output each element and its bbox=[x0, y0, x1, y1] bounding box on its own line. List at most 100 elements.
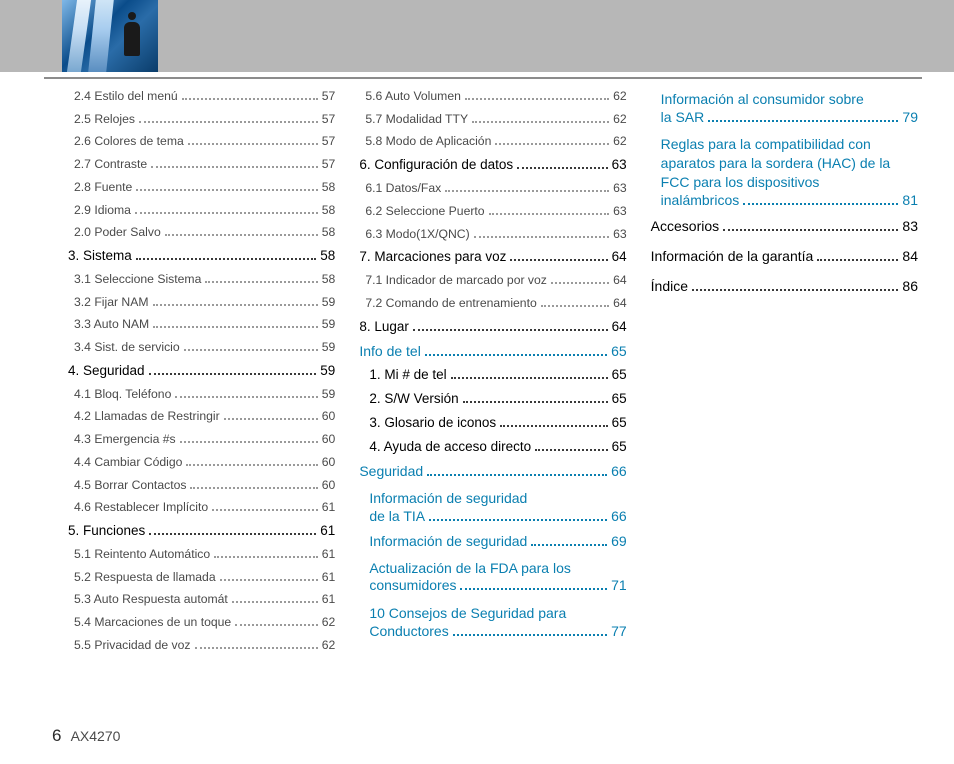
toc-dots bbox=[453, 623, 607, 636]
toc-dots bbox=[500, 417, 607, 427]
toc-page: 64 bbox=[612, 320, 627, 334]
toc-entry: Información de la garantía84 bbox=[651, 249, 918, 263]
toc-entry: Información de seguridad69 bbox=[359, 534, 626, 548]
toc-label: inalámbricos bbox=[651, 192, 740, 208]
toc-label: 2.0 Poder Salvo bbox=[68, 226, 161, 238]
toc-page: 57 bbox=[322, 90, 336, 102]
toc-entry: 4. Ayuda de acceso directo65 bbox=[359, 440, 626, 454]
toc-dots bbox=[235, 616, 318, 626]
toc-page: 63 bbox=[612, 158, 627, 172]
toc-page: 66 bbox=[611, 508, 627, 524]
toc-label: 2.6 Colores de tema bbox=[68, 135, 184, 147]
toc-page: 62 bbox=[322, 639, 336, 651]
toc-page: 61 bbox=[322, 593, 336, 605]
toc-label: 4. Ayuda de acceso directo bbox=[359, 440, 531, 454]
toc-page: 60 bbox=[322, 479, 336, 491]
toc-label: 2.5 Relojes bbox=[68, 113, 135, 125]
toc-dots bbox=[460, 578, 607, 591]
toc-label: 4.2 Llamadas de Restringir bbox=[68, 410, 220, 422]
toc-dots bbox=[232, 593, 318, 603]
toc-entry: 8. Lugar 64 bbox=[359, 320, 626, 334]
toc-dots bbox=[135, 204, 318, 214]
toc-label-preline: Información al consumidor sobre bbox=[651, 90, 918, 109]
toc-dots bbox=[489, 205, 610, 215]
toc-entry: Info de tel65 bbox=[359, 344, 626, 358]
toc-page: 59 bbox=[320, 364, 335, 378]
toc-page: 62 bbox=[322, 616, 336, 628]
toc-entry: Índice86 bbox=[651, 279, 918, 293]
toc-page: 65 bbox=[612, 416, 627, 430]
toc-page: 57 bbox=[322, 135, 336, 147]
toc-dots bbox=[195, 639, 318, 649]
toc-entry: 4.5 Borrar Contactos60 bbox=[68, 479, 335, 491]
toc-label-preline: Actualización de la FDA para los bbox=[359, 559, 626, 578]
toc-label: Accesorios bbox=[651, 219, 719, 233]
toc-entry: 5.4 Marcaciones de un toque62 bbox=[68, 616, 335, 628]
toc-label: 2.9 Idioma bbox=[68, 204, 131, 216]
toc-entry: 4.3 Emergencia #s60 bbox=[68, 433, 335, 445]
toc-dots bbox=[184, 341, 318, 351]
toc-dots bbox=[190, 479, 317, 489]
toc-dots bbox=[139, 113, 318, 123]
toc-entry: 2.6 Colores de tema 57 bbox=[68, 135, 335, 147]
toc-entry: 2.4 Estilo del menú57 bbox=[68, 90, 335, 102]
toc-label: 3.4 Sist. de servicio bbox=[68, 341, 180, 353]
toc-label: 5.6 Auto Volumen bbox=[359, 90, 461, 102]
toc-dots bbox=[445, 182, 609, 192]
header-decorative-image bbox=[62, 0, 158, 72]
toc-entry: 6. Configuración de datos 63 bbox=[359, 158, 626, 172]
toc-dots bbox=[531, 536, 607, 546]
toc-dots bbox=[429, 508, 607, 521]
toc-label: 6. Configuración de datos bbox=[359, 158, 513, 172]
toc-label: 7.2 Comando de entrenamiento bbox=[359, 297, 536, 309]
toc-label: Índice bbox=[651, 279, 688, 293]
toc-dots bbox=[495, 135, 609, 145]
toc-page: 64 bbox=[613, 297, 627, 309]
toc-page: 60 bbox=[322, 456, 336, 468]
toc-dots bbox=[151, 158, 318, 168]
toc-label: de la TIA bbox=[359, 508, 425, 524]
toc-entry: 5.6 Auto Volumen62 bbox=[359, 90, 626, 102]
toc-label: Seguridad bbox=[359, 464, 423, 478]
toc-label: 8. Lugar bbox=[359, 320, 409, 334]
toc-label: Conductores bbox=[359, 623, 448, 639]
toc-label-preline: 10 Consejos de Seguridad para bbox=[359, 604, 626, 623]
toc-entry: 2.7 Contraste57 bbox=[68, 158, 335, 170]
toc-entry: Reglas para la compatibilidad con aparat… bbox=[651, 135, 918, 208]
toc-label: 2.8 Fuente bbox=[68, 181, 132, 193]
toc-dots bbox=[743, 192, 898, 205]
toc-dots bbox=[186, 456, 317, 466]
toc-dots bbox=[153, 318, 318, 328]
toc-page: 59 bbox=[322, 388, 336, 400]
toc-label: 5. Funciones bbox=[68, 524, 145, 538]
toc-entry: 7.2 Comando de entrenamiento 64 bbox=[359, 297, 626, 309]
toc-label: Información de seguridad bbox=[359, 534, 527, 548]
toc-page: 81 bbox=[902, 192, 918, 208]
toc-entry: 5.3 Auto Respuesta automát61 bbox=[68, 593, 335, 605]
toc-label: 3. Sistema bbox=[68, 249, 132, 263]
toc-dots bbox=[182, 90, 318, 100]
toc-page: 61 bbox=[322, 501, 336, 513]
toc-dots bbox=[188, 135, 318, 145]
toc-page: 59 bbox=[322, 318, 336, 330]
toc-label: 7.1 Indicador de marcado por voz bbox=[359, 274, 547, 286]
toc-entry: 7.1 Indicador de marcado por voz64 bbox=[359, 274, 626, 286]
toc-label: 3.1 Seleccione Sistema bbox=[68, 273, 201, 285]
toc-label: 3. Glosario de iconos bbox=[359, 416, 496, 430]
toc-entry: 2.0 Poder Salvo58 bbox=[68, 226, 335, 238]
toc-dots bbox=[451, 369, 608, 379]
model-number: AX4270 bbox=[71, 728, 121, 744]
toc-label-preline: Reglas para la compatibilidad con aparat… bbox=[651, 135, 918, 192]
toc-page: 77 bbox=[611, 623, 627, 639]
toc-entry: 7. Marcaciones para voz64 bbox=[359, 250, 626, 264]
toc-label: 5.1 Reintento Automático bbox=[68, 548, 210, 560]
toc-page: 66 bbox=[611, 464, 627, 478]
toc-label: 3.2 Fijar NAM bbox=[68, 296, 149, 308]
toc-dots bbox=[427, 466, 607, 476]
toc-entry: Seguridad 66 bbox=[359, 464, 626, 478]
toc-page: 58 bbox=[322, 204, 336, 216]
toc-label: 4. Seguridad bbox=[68, 364, 145, 378]
toc-page: 57 bbox=[322, 113, 336, 125]
toc-entry: 6.3 Modo(1X/QNC)63 bbox=[359, 228, 626, 240]
toc-label-preline: Información de seguridad bbox=[359, 489, 626, 508]
